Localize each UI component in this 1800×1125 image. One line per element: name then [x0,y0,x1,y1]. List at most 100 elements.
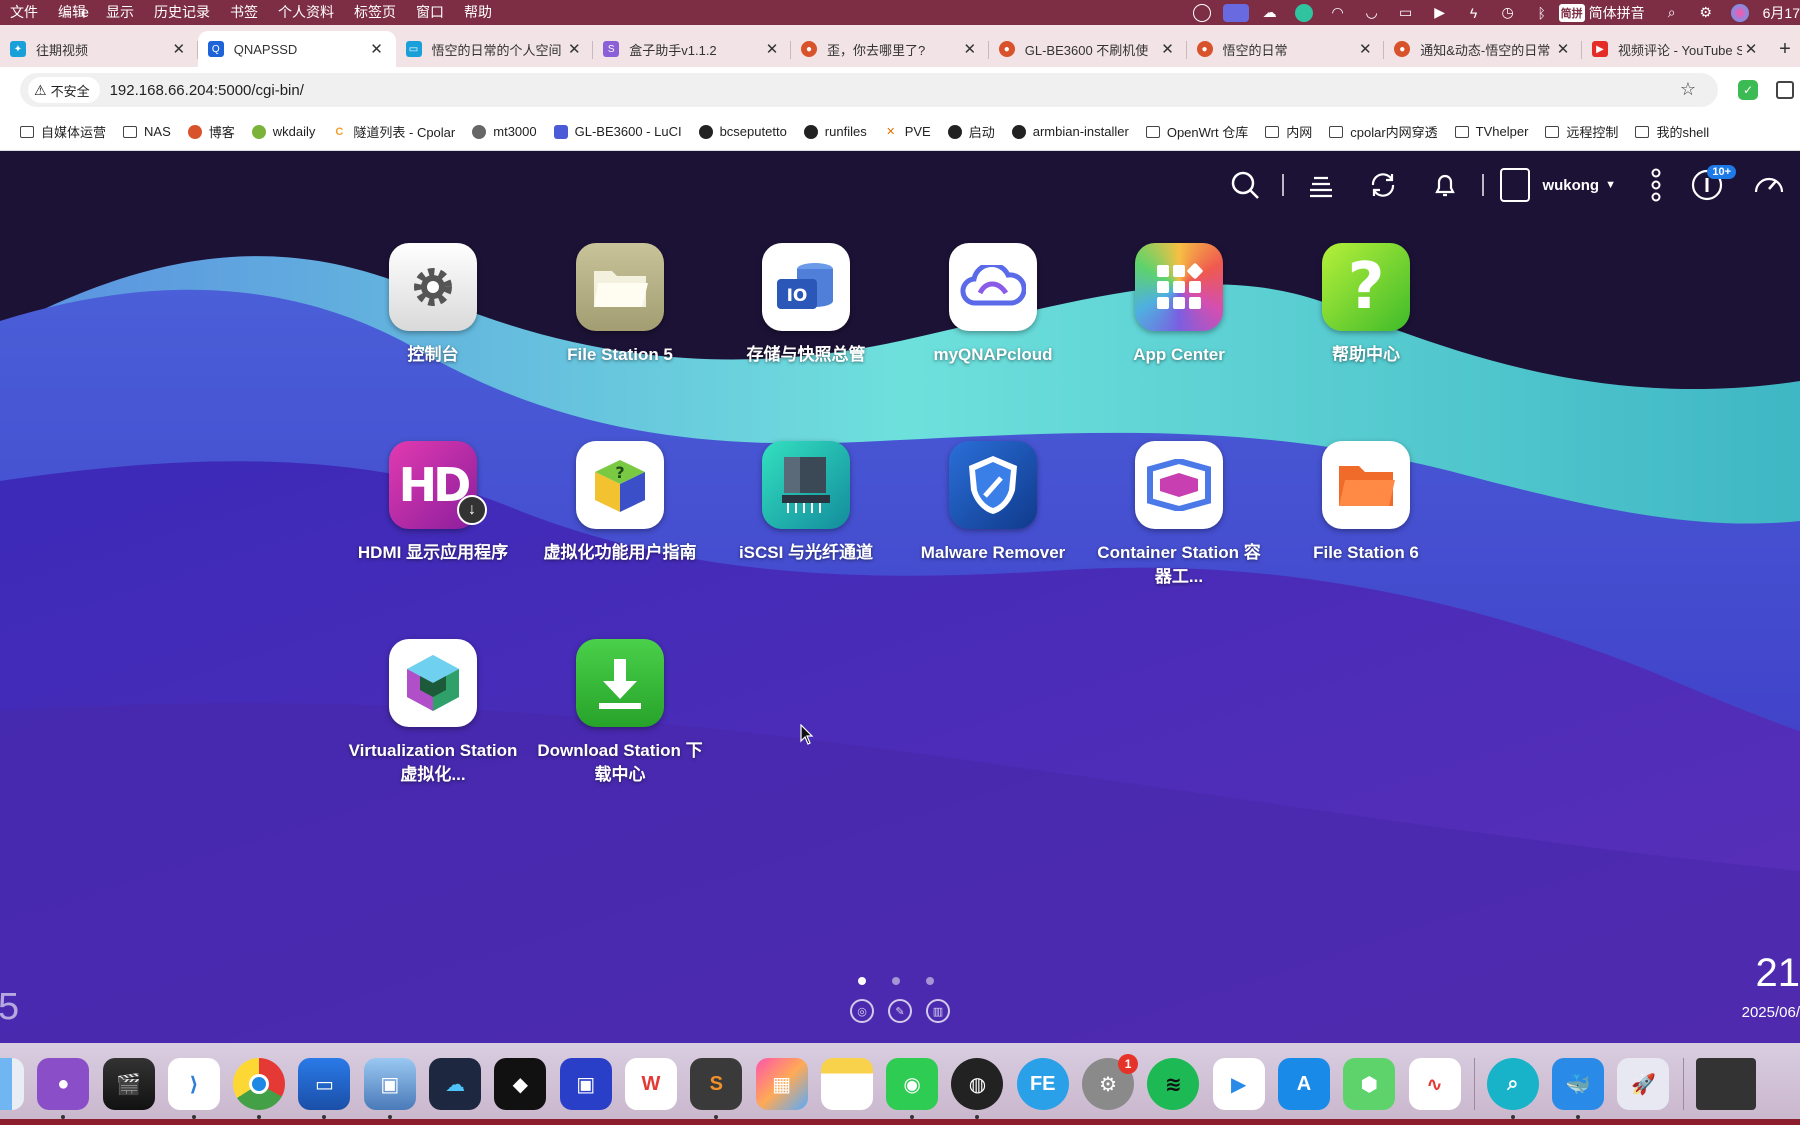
wifi-icon[interactable]: ◠ [1321,0,1355,25]
obs-icon[interactable]: ◍ [951,1058,1004,1119]
app-iscsi-fc[interactable]: iSCSI 与光纤通道 [716,441,896,565]
screen-thumbnail-icon[interactable] [1695,1058,1756,1110]
final-cut-icon[interactable]: 🎬 [102,1058,155,1110]
grid-view-icon[interactable]: ▥ [926,999,950,1023]
time-machine-icon[interactable]: ◷ [1491,0,1525,25]
moonlight-icon[interactable]: ▣ [559,1058,612,1110]
screen-mirror-icon[interactable] [1219,0,1253,25]
tab-5[interactable]: ● GL-BE3600 不刷机使 ✕ [989,31,1187,67]
menu-bookmarks[interactable]: 书签 [220,0,268,25]
app-storage-snapshots[interactable]: IO 存储与快照总管 [716,243,896,367]
screen-sharing-icon[interactable]: ▣ [363,1058,416,1119]
bookmark-16[interactable]: 远程控制 [1545,122,1618,141]
close-icon[interactable]: ✕ [961,40,979,58]
app-store-icon[interactable]: A [1277,1058,1330,1110]
bookmark-0[interactable]: 自媒体运营 [20,122,106,141]
menubar-date[interactable]: 6月17 [1757,3,1800,23]
wps-icon[interactable]: W [624,1058,677,1110]
menu-profiles[interactable]: 个人资料 [268,0,344,25]
fe-file-explorer-icon[interactable]: FE [1016,1058,1069,1110]
notifications-button[interactable] [1414,161,1476,209]
control-center-icon[interactable]: ⚙ [1689,0,1723,25]
search-app-icon[interactable] [1287,0,1321,25]
close-icon[interactable]: ✕ [763,40,781,58]
system-settings-icon[interactable]: ⚙ 1 [1082,1054,1139,1110]
menu-tabs[interactable]: 标签页 [344,0,406,25]
sync-button[interactable] [1352,161,1414,209]
wechat-icon[interactable]: ◉ [886,1058,939,1119]
bolt-icon[interactable]: ϟ [1457,0,1491,25]
tab-3[interactable]: S 盒子助手v1.1.2 ✕ [593,31,791,67]
url-text[interactable]: 192.168.66.204:5000/cgi-bin/ [110,82,304,99]
adblock-shield-icon[interactable]: ✓ [1738,80,1758,100]
bookmark-7[interactable]: bcseputetto [698,124,787,139]
tab-6[interactable]: ● 悟空的日常 ✕ [1187,31,1385,67]
app-myqnapcloud[interactable]: myQNAPcloud [903,243,1083,367]
preview-icon[interactable]: ▭ [298,1058,351,1119]
freeform-icon[interactable]: ∿ [1408,1058,1461,1110]
page-dot-1[interactable] [858,977,866,985]
menu-app-name[interactable]: e [0,0,180,25]
bookmark-15[interactable]: TVhelper [1454,124,1528,139]
close-icon[interactable]: ✕ [1159,40,1177,58]
bookmark-10[interactable]: 启动 [947,122,995,141]
bookmark-13[interactable]: 内网 [1265,122,1312,141]
app-virtualization-guide[interactable]: ? 虚拟化功能用户指南 [530,441,710,565]
bookmark-1[interactable]: NAS [123,124,171,139]
page-dot-2[interactable] [892,977,900,985]
bookmark-4[interactable]: C 隧道列表 - Cpolar [332,122,455,141]
close-icon[interactable]: ✕ [368,40,386,58]
play-icon[interactable]: ▶ [1423,0,1457,25]
app-hdmi-display[interactable]: HD ↓ HDMI 显示应用程序 [343,441,523,565]
app-malware-remover[interactable]: Malware Remover [903,441,1083,565]
app-container-station[interactable]: Container Station 容器工... [1089,441,1269,589]
more-options-button[interactable] [1636,161,1676,209]
chrome-icon[interactable] [233,1058,286,1119]
siri-icon[interactable] [1723,0,1757,25]
dashboard-button[interactable] [1738,161,1800,209]
ime-label[interactable]: 简体拼音 [1589,3,1645,23]
bookmark-3[interactable]: wkdaily [251,124,315,139]
close-icon[interactable]: ✕ [1356,40,1374,58]
new-tab-button[interactable]: + [1770,31,1800,67]
extensions-icon[interactable] [1776,81,1794,99]
close-icon[interactable]: ✕ [170,40,188,58]
bookmark-14[interactable]: cpolar内网穿透 [1329,122,1438,141]
app-file-station-5[interactable]: File Station 5 [530,243,710,367]
tab-7[interactable]: ● 通知&动态-悟空的日常 ✕ [1384,31,1582,67]
sublime-text-icon[interactable]: S [690,1058,743,1119]
close-icon[interactable]: ✕ [565,40,583,58]
docker-icon[interactable]: 🐳 [1552,1058,1605,1119]
bookmark-17[interactable]: 我的shell [1635,122,1709,141]
close-icon[interactable]: ✕ [1554,40,1572,58]
tab-1[interactable]: Q QNAPSSD ✕ [197,31,396,67]
cloud-app-icon[interactable]: ☁ [429,1058,482,1110]
notes-icon[interactable] [820,1058,873,1110]
bookmark-star-icon[interactable]: ☆ [1680,79,1696,100]
qsync-search-icon[interactable]: ⌕ [1486,1058,1539,1119]
tools-icon[interactable]: ✎ [888,999,912,1023]
github-desktop-icon[interactable]: ● [37,1058,90,1119]
user-menu[interactable]: wukong ▼ [1500,168,1616,202]
status-app-icon[interactable] [1185,0,1219,25]
menu-help[interactable]: 帮助 [454,0,502,25]
app-control-panel[interactable]: 控制台 [343,243,523,367]
app-download-station[interactable]: Download Station 下载中心 [530,639,710,787]
system-info-button[interactable]: 10+ [1676,161,1738,209]
window-icon[interactable]: ▭ [1389,0,1423,25]
bookmark-8[interactable]: runfiles [803,124,867,139]
tab-2[interactable]: ▭ 悟空的日常的个人空间 ✕ [396,31,594,67]
unity-icon[interactable]: ◆ [494,1058,547,1110]
launchpad-icon[interactable]: ▦ [755,1058,808,1110]
3d-viewer-icon[interactable]: ⬢ [1343,1058,1396,1110]
bookmark-6[interactable]: GL-BE3600 - LuCI [553,124,682,139]
bilibili-icon[interactable]: ▶ [1212,1058,1265,1110]
rocket-icon[interactable]: 🚀 [1617,1058,1670,1110]
tab-4[interactable]: ● 歪，你去哪里了? ✕ [791,31,989,67]
app-virtualization-station[interactable]: Virtualization Station 虚拟化... [343,639,523,787]
bookmark-12[interactable]: OpenWrt 仓库 [1145,122,1248,141]
app-app-center[interactable]: App Center [1089,243,1269,367]
app-file-station-6[interactable]: File Station 6 [1276,441,1456,565]
qsync-icon[interactable]: ◎ [850,999,874,1023]
ime-badge[interactable]: 简拼 [1558,3,1585,22]
